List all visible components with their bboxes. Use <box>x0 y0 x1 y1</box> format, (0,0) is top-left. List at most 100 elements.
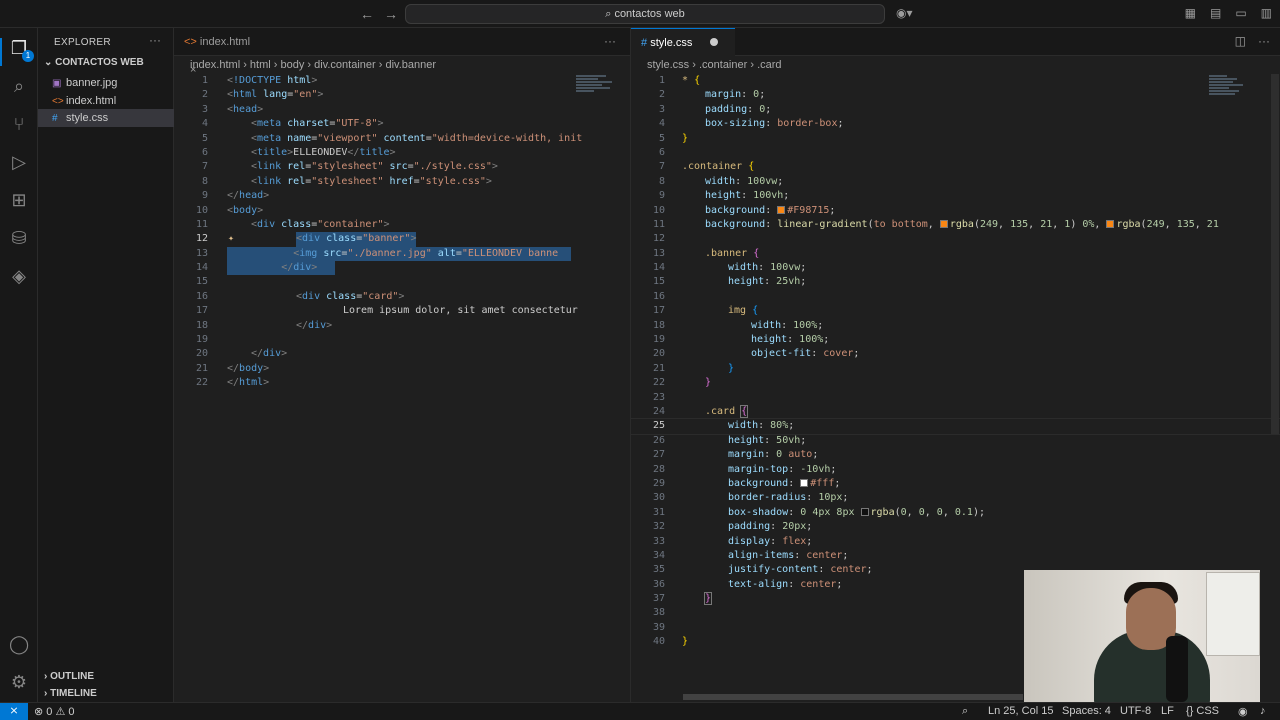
more-actions-icon[interactable]: ··· <box>149 33 161 47</box>
problems-indicator[interactable]: ⊗ 0 ⚠ 0 <box>34 705 75 718</box>
css-file-icon: # <box>641 37 651 49</box>
line-number: 19 <box>195 334 208 346</box>
encoding[interactable]: UTF-8 <box>1120 705 1151 717</box>
toggle-sidebar-icon[interactable]: ▤ <box>1210 6 1221 20</box>
breadcrumb-item[interactable]: body <box>280 59 304 71</box>
unsaved-dot-icon[interactable] <box>710 38 719 46</box>
account-icon[interactable]: ◯ <box>9 634 29 654</box>
line-number: 39 <box>652 621 665 633</box>
html-minimap[interactable] <box>576 74 620 114</box>
customize-layout-icon[interactable]: ▦ <box>1185 6 1196 20</box>
stack-icon[interactable]: ◈ <box>9 266 29 286</box>
notifications-icon[interactable]: ♪ <box>1260 705 1266 717</box>
indentation[interactable]: Spaces: 4 <box>1062 705 1111 717</box>
line-number: 11 <box>195 218 208 230</box>
line-number: 38 <box>652 607 665 619</box>
css-code-area[interactable]: 1 * { 2 margin: 0; 3 padding: 0; 4 box-sizin… <box>631 74 1280 650</box>
vertical-scrollbar[interactable] <box>1271 74 1279 434</box>
active-view-indicator <box>0 38 2 66</box>
command-center-label: contactos web <box>614 8 685 20</box>
line-number: 33 <box>652 535 665 547</box>
run-debug-icon[interactable]: ▷ <box>9 152 29 172</box>
braces-icon: {} <box>1186 705 1197 717</box>
line-number: 10 <box>195 204 208 216</box>
cursor-position[interactable]: Ln 25, Col 15 <box>988 705 1053 717</box>
more-actions-icon[interactable]: ··· <box>1258 34 1270 48</box>
line-number: 8 <box>201 175 208 187</box>
error-count: 0 <box>46 706 53 718</box>
more-actions-icon[interactable]: ··· <box>604 34 616 48</box>
line-number: 4 <box>658 118 665 130</box>
language-label: CSS <box>1196 705 1220 717</box>
line-number: 32 <box>652 521 665 533</box>
remote-indicator-icon[interactable]: ⨯ <box>0 703 28 720</box>
search-view-icon[interactable]: ⌕ <box>9 76 29 96</box>
tab-index-html[interactable]: <> index.html × <box>174 28 270 76</box>
timeline-section[interactable]: › TIMELINE <box>44 688 97 699</box>
line-number: 2 <box>658 89 665 101</box>
breadcrumb-item[interactable]: div.container <box>314 59 376 71</box>
line-number: 14 <box>652 262 665 274</box>
breadcrumb-item[interactable]: .card <box>757 59 781 71</box>
outline-label: OUTLINE <box>50 671 94 682</box>
horizontal-scrollbar[interactable] <box>683 694 1023 700</box>
extensions-icon[interactable]: ⊞ <box>9 190 29 210</box>
line-number: 21 <box>652 362 665 374</box>
html-tab-bar: <> index.html × ··· <box>174 28 630 76</box>
source-control-icon[interactable]: ⑂ <box>9 114 29 134</box>
line-number: 6 <box>658 146 665 158</box>
file-style-css[interactable]: # style.css <box>38 109 174 127</box>
file-label: style.css <box>66 112 109 124</box>
end-of-line[interactable]: LF <box>1161 705 1174 717</box>
line-number: 5 <box>201 132 208 144</box>
breadcrumb-item[interactable]: div.banner <box>385 59 436 71</box>
line-number: 22 <box>195 377 208 389</box>
line-number: 7 <box>658 161 665 173</box>
line-number: 7 <box>201 161 208 173</box>
folder-contactos-web[interactable]: ⌄ CONTACTOS WEB <box>44 57 144 68</box>
command-center[interactable]: ⌕ contactos web <box>405 4 885 24</box>
line-number: 13 <box>652 247 665 259</box>
image-file-icon: ▣ <box>52 78 62 89</box>
file-label: banner.jpg <box>66 77 118 89</box>
settings-gear-icon[interactable]: ⚙ <box>9 672 29 692</box>
explorer-badge: 1 <box>22 50 34 62</box>
zoom-icon[interactable]: ⌕ <box>962 705 968 718</box>
database-icon[interactable]: ⛁ <box>9 228 29 248</box>
copilot-icon[interactable]: ◉▾ <box>896 6 913 20</box>
file-banner-jpg[interactable]: ▣ banner.jpg <box>38 74 174 92</box>
css-file-icon: # <box>52 113 58 124</box>
tab-label: index.html <box>199 36 251 48</box>
line-number: 26 <box>652 434 665 446</box>
html-code-area[interactable]: 1 <!DOCTYPE html> 2 <html lang="en"> 3 <hea… <box>174 74 630 391</box>
line-number: 30 <box>652 492 665 504</box>
forward-arrow-icon[interactable]: → <box>384 6 398 22</box>
line-number: 20 <box>652 348 665 360</box>
css-minimap[interactable] <box>1209 74 1253 114</box>
lightbulb-icon[interactable]: ✦ <box>228 232 234 246</box>
toggle-panel-icon[interactable]: ▭ <box>1235 6 1246 20</box>
line-number: 21 <box>195 362 208 374</box>
line-number: 29 <box>652 477 665 489</box>
line-number: 16 <box>195 290 208 302</box>
tab-style-css[interactable]: # style.css <box>631 28 735 56</box>
breadcrumb-item[interactable]: style.css <box>647 59 689 71</box>
file-index-html[interactable]: <> index.html <box>38 92 174 110</box>
language-mode[interactable]: {} CSS <box>1186 705 1219 717</box>
breadcrumb-item[interactable]: .container <box>699 59 747 71</box>
line-number: 1 <box>201 75 208 86</box>
breadcrumb-item[interactable]: html <box>250 59 271 71</box>
webcam-overlay <box>1024 570 1260 702</box>
copilot-status-icon[interactable]: ◉ <box>1238 705 1248 718</box>
line-number: 31 <box>652 506 665 518</box>
title-bar: ← → ⌕ contactos web ◉▾ ▦ ▤ ▭ ▥ <box>0 0 1280 28</box>
line-number: 22 <box>652 377 665 389</box>
breadcrumb-item[interactable]: index.html <box>190 59 240 71</box>
line-number: 23 <box>652 391 665 403</box>
explorer-sidebar: EXPLORER ··· ⌄ CONTACTOS WEB ▣ banner.jpg… <box>38 28 174 702</box>
line-number: 17 <box>652 305 665 317</box>
split-editor-icon[interactable]: ◫ <box>1235 34 1246 48</box>
outline-section[interactable]: › OUTLINE <box>44 671 94 682</box>
toggle-secondary-sidebar-icon[interactable]: ▥ <box>1261 6 1272 20</box>
back-arrow-icon[interactable]: ← <box>360 6 374 22</box>
